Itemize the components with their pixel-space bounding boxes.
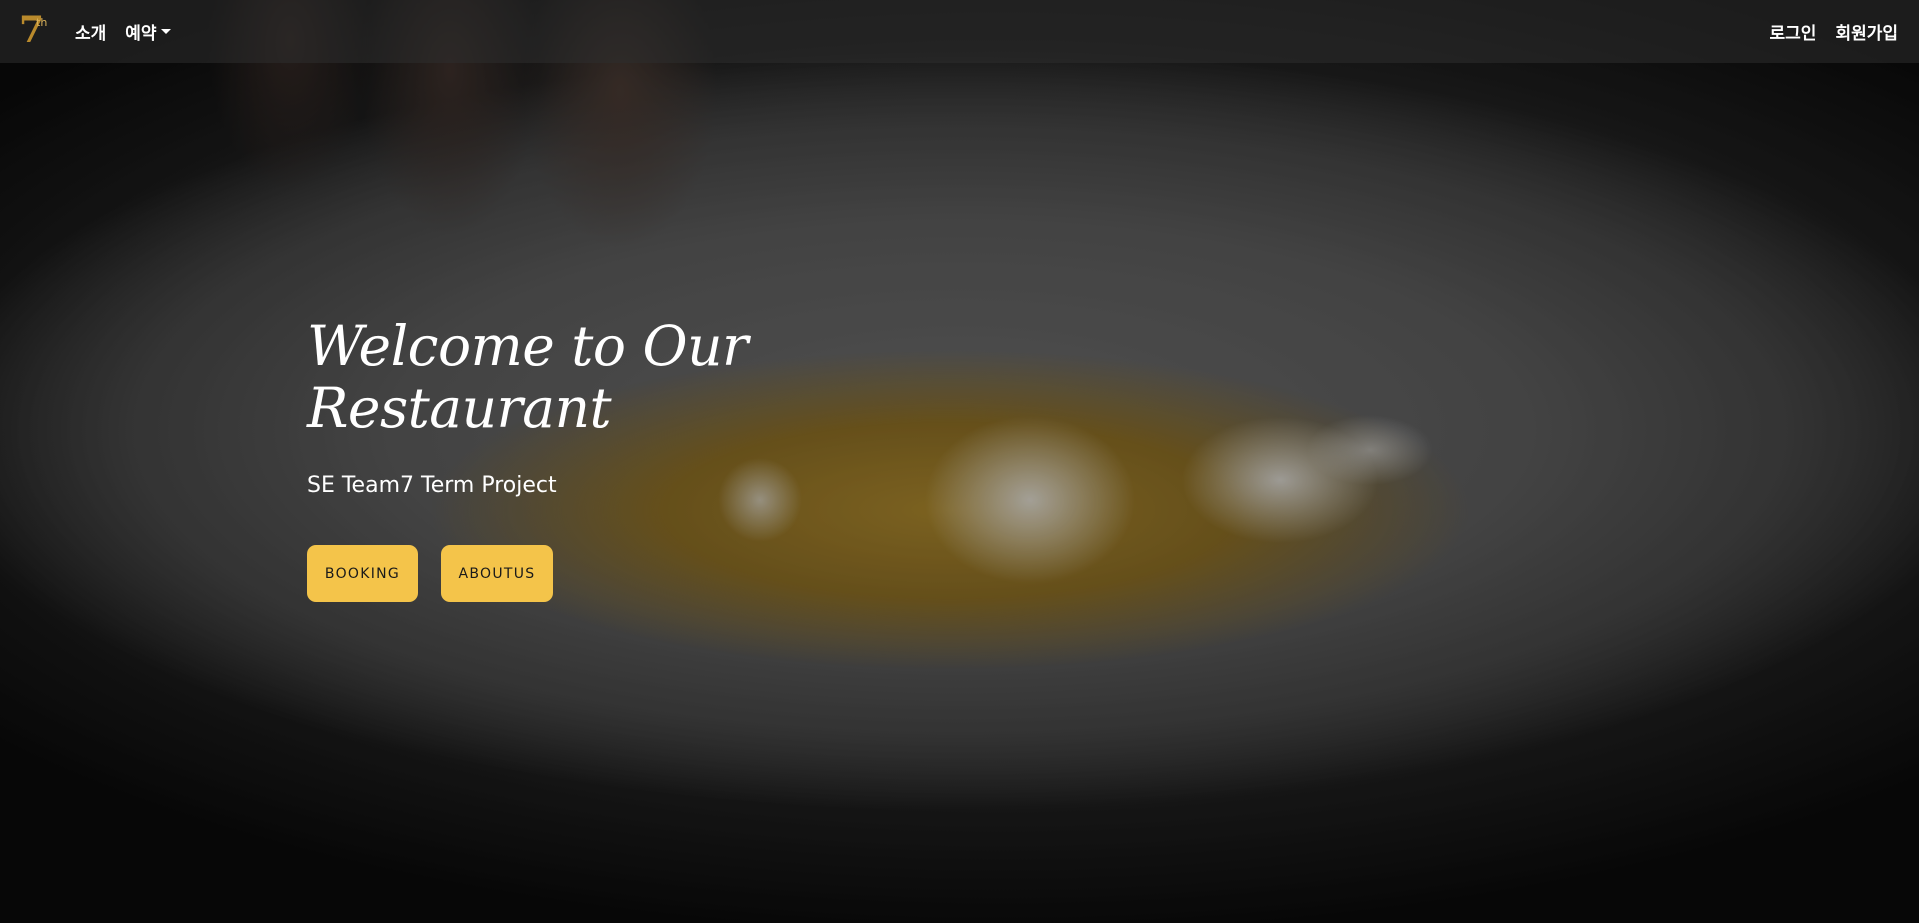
hero-subtitle: SE Team7 Term Project xyxy=(307,473,557,498)
caret-down-icon xyxy=(160,29,171,34)
brand-logo-sup: th xyxy=(36,15,48,29)
nav-link-about-label: 소개 xyxy=(75,24,107,44)
nav-right: 로그인 회원가입 xyxy=(1751,19,1898,44)
aboutus-button[interactable]: ABOUTUS xyxy=(441,545,553,602)
hero-title: Welcome to Our Restaurant xyxy=(307,314,748,440)
nav-left: 소개 예약 xyxy=(75,19,190,44)
login-link[interactable]: 로그인 xyxy=(1770,19,1817,44)
signup-link-label: 회원가입 xyxy=(1835,24,1898,44)
signup-link[interactable]: 회원가입 xyxy=(1835,19,1898,44)
booking-button[interactable]: BOOKING xyxy=(307,545,418,602)
brand-logo-link[interactable]: 7 th xyxy=(19,10,53,52)
login-link-label: 로그인 xyxy=(1769,24,1817,44)
nav-dropdown-reservation[interactable]: 예약 xyxy=(125,19,171,44)
nav-link-about[interactable]: 소개 xyxy=(75,19,106,44)
hero-button-row: BOOKING ABOUTUS xyxy=(307,545,1007,602)
hero-content: Welcome to Our Restaurant SE Team7 Term … xyxy=(307,315,1007,602)
navbar: 7 th 소개 예약 로그인 회원가입 xyxy=(0,0,1919,63)
nav-dropdown-reservation-label: 예약 xyxy=(125,24,157,44)
